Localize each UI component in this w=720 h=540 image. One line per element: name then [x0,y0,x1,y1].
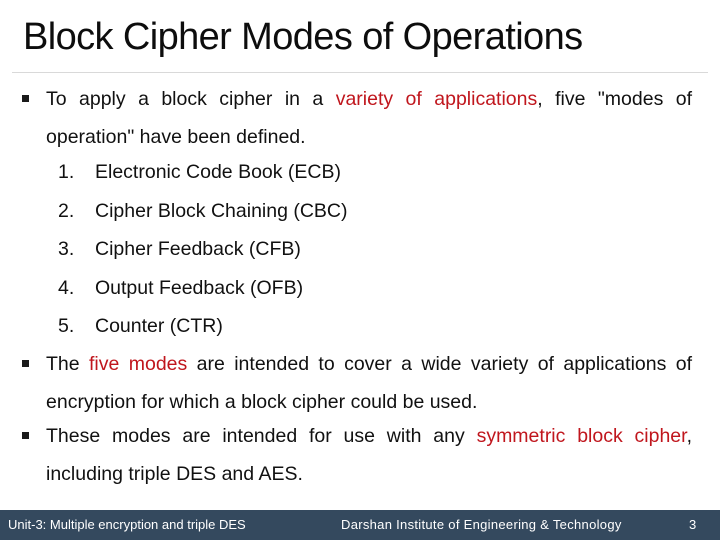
bullet-item: These modes are intended for use with an… [22,417,692,493]
bullet-text: The five modes are intended to cover a w… [46,345,692,421]
bullet-text-part: The [46,353,89,375]
footer-page-number: 3 [689,517,697,532]
bullet-text-part: To apply a block cipher in a [46,88,336,110]
mode-label: Cipher Feedback (CFB) [95,238,301,260]
bullet-text: To apply a block cipher in a variety of … [46,80,692,156]
mode-number: 3. [58,238,75,260]
bullet-item: The five modes are intended to cover a w… [22,345,692,421]
square-bullet-icon [22,360,29,367]
mode-label: Cipher Block Chaining (CBC) [95,199,348,222]
mode-item: 3. Cipher Feedback (CFB) [58,230,348,269]
square-bullet-icon [22,95,29,102]
mode-item: 1. Electronic Code Book (ECB) [58,153,348,192]
mode-label: Electronic Code Book (ECB) [95,161,342,183]
square-bullet-icon [22,432,29,439]
mode-label: Counter (CTR) [95,315,223,337]
mode-label: Output Feedback (OFB) [95,276,304,299]
bullet-text: These modes are intended for use with an… [46,417,692,493]
mode-number: 2. [58,199,75,222]
highlighted-text: symmetric block cipher [476,425,687,447]
footer-institute: Darshan Institute of Engineering & Techn… [341,517,622,532]
mode-number: 4. [58,276,75,299]
title-divider [12,72,708,73]
slide-title: Block Cipher Modes of Operations [23,16,583,58]
bullet-item: To apply a block cipher in a variety of … [22,80,692,156]
modes-list: 1. Electronic Code Book (ECB) 2. Cipher Bl… [58,153,348,346]
highlighted-text: five modes [89,353,188,375]
mode-item: 2. Cipher Block Chaining (CBC) [58,192,348,231]
footer-unit-title: Unit-3: Multiple encryption and triple D… [8,517,246,532]
highlighted-text: variety of applications [335,88,538,110]
mode-number: 5. [58,315,75,337]
mode-number: 1. [58,161,75,183]
mode-item: 5. Counter (CTR) [58,307,348,346]
bullet-text-part: These modes are intended for use with an… [46,425,477,447]
mode-item: 4. Output Feedback (OFB) [58,269,348,308]
slide-footer: Unit-3: Multiple encryption and triple D… [0,510,720,540]
